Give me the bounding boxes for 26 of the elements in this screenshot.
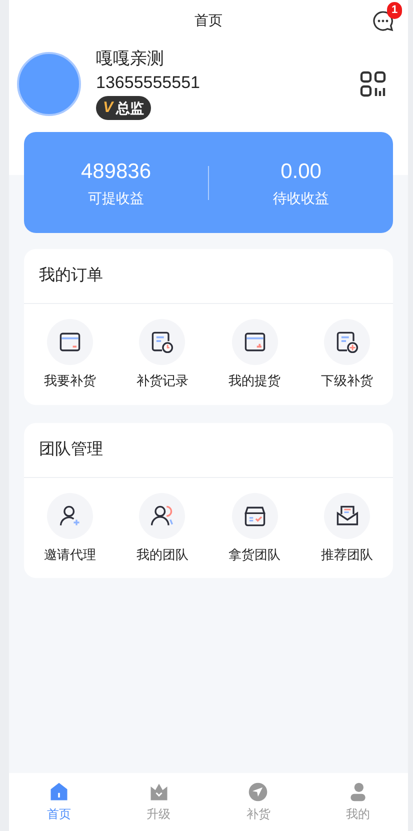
grid-icon xyxy=(360,71,386,97)
message-button[interactable] xyxy=(372,10,394,32)
menu-item[interactable]: 我的提货 xyxy=(208,319,301,390)
earnings-amount: 0.00 xyxy=(280,158,322,184)
menu-item[interactable]: 我的团队 xyxy=(116,492,208,564)
menu-item[interactable]: 拿货团队 xyxy=(208,492,301,564)
phone-number: 13655555551 xyxy=(96,72,202,94)
section-title: 我的订单 xyxy=(39,266,103,286)
section-title: 团队管理 xyxy=(39,440,103,460)
menu-item[interactable]: 推荐团队 xyxy=(300,492,393,564)
level-mark: V xyxy=(103,98,114,118)
home-icon xyxy=(48,781,70,803)
qr-code-button[interactable] xyxy=(360,71,386,97)
menu-item[interactable]: 邀请代理 xyxy=(24,492,116,564)
earnings-label: 待收收益 xyxy=(273,188,329,208)
earnings-label: 可提收益 xyxy=(88,188,144,208)
document-clock-icon xyxy=(149,329,176,355)
level-label: 总监 xyxy=(116,98,144,118)
user-name: 嘎嘎亲测 xyxy=(96,48,165,70)
earnings-amount: 489836 xyxy=(80,158,152,184)
page-title: 首页 xyxy=(194,10,222,30)
avatar-icon xyxy=(17,52,81,116)
menu-item[interactable]: 下级补货 xyxy=(300,319,393,390)
menu-item[interactable]: 我要补货 xyxy=(24,319,116,390)
chat-bubble-icon xyxy=(372,10,394,32)
menu-item[interactable]: 补货记录 xyxy=(116,319,208,390)
